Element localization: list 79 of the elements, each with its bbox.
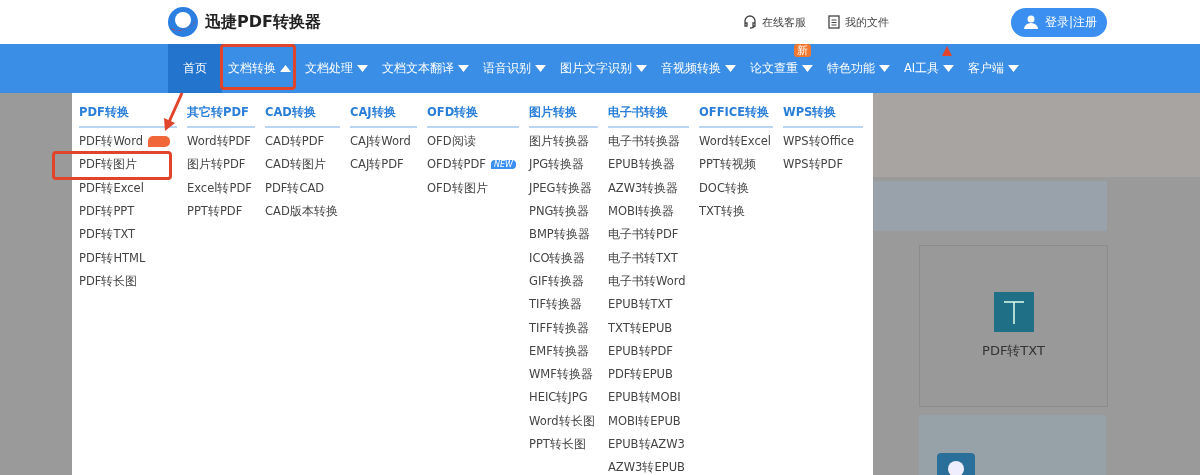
menu-link[interactable]: JPEG转换器	[529, 176, 592, 200]
column-title: 图片转换	[529, 103, 598, 128]
support-link[interactable]: 在线客服	[742, 14, 806, 30]
menu-link[interactable]: ICO转换器	[529, 246, 586, 270]
menu-link[interactable]: 图片转PDF	[187, 153, 246, 177]
menu-link[interactable]: Excel转PDF	[187, 176, 252, 200]
card-label: PDF转TXT	[982, 342, 1045, 360]
menu-link[interactable]: PDF转EPUB	[608, 362, 673, 387]
menu-link[interactable]: 电子书转Word	[608, 269, 686, 294]
menu-link[interactable]: PDF转长图	[79, 269, 138, 294]
menu-link[interactable]: AZW3转EPUB	[608, 456, 685, 475]
menu-link[interactable]: EPUB转换器	[608, 153, 675, 177]
menu-link[interactable]: 电子书转PDF	[608, 223, 679, 247]
menu-link[interactable]: Word转Excel	[699, 130, 772, 154]
menu-link[interactable]: PPT转视频	[699, 153, 756, 177]
menu-link[interactable]: PDF转图片	[79, 153, 138, 177]
menu-link[interactable]: MOBI转EPUB	[608, 409, 681, 433]
menu-link[interactable]: GIF转换器	[529, 269, 584, 294]
menu-link[interactable]: EPUB转AZW3	[608, 432, 685, 457]
menu-link[interactable]: TXT转EPUB	[608, 316, 673, 340]
menu-link[interactable]: PPT转PDF	[187, 199, 243, 224]
menu-link[interactable]: DOC转换	[699, 176, 749, 200]
menu-link[interactable]: PDF转CAD	[265, 176, 325, 200]
logo-icon	[937, 453, 975, 475]
menu-link[interactable]: TIFF转换器	[529, 316, 589, 340]
menu-link[interactable]: CAD转图片	[265, 153, 326, 177]
column-title: 电子书转换	[608, 103, 689, 128]
column-title: 其它转PDF	[187, 103, 255, 128]
menu-link[interactable]: BMP转换器	[529, 223, 590, 247]
menu-link[interactable]: EPUB转TXT	[608, 293, 673, 317]
menu-link[interactable]: WPS转PDF	[783, 153, 843, 177]
menu-link[interactable]: PDF转HTML	[79, 246, 146, 270]
column-title: OFFICE转换	[699, 103, 773, 128]
menu-link[interactable]: CAJ转Word	[350, 130, 411, 154]
headset-icon	[742, 15, 757, 29]
menu-link[interactable]: CAJ转PDF	[350, 153, 404, 177]
menu-link[interactable]: PNG转换器	[529, 199, 590, 224]
menu-link[interactable]: HEIC转JPG	[529, 386, 588, 410]
menu-link[interactable]: PDF转TXT	[79, 223, 136, 247]
app-card[interactable]	[919, 415, 1106, 475]
menu-link[interactable]: AZW3转换器	[608, 176, 679, 200]
menu-link[interactable]: OFD转PDF NEW	[427, 153, 516, 177]
menu-link[interactable]: TXT转换	[699, 199, 745, 224]
menu-link[interactable]: EPUB转MOBI	[608, 386, 681, 410]
new-badge: 新	[794, 44, 811, 57]
menu-link[interactable]: JPG转换器	[529, 153, 585, 177]
column-title: OFD转换	[427, 103, 519, 128]
menu-link[interactable]: OFD阅读	[427, 130, 476, 154]
logo-text: 迅捷PDF转换器	[205, 11, 321, 33]
menu-link[interactable]: PDF转Word	[79, 130, 170, 154]
menu-link[interactable]: PDF转PPT	[79, 199, 135, 224]
document-icon	[827, 15, 840, 29]
menu-link[interactable]: WPS转Office	[783, 130, 855, 154]
menu-link[interactable]: Word转长图	[529, 409, 595, 433]
menu-link[interactable]: TIF转换器	[529, 293, 583, 317]
menu-link[interactable]: CAD版本转换	[265, 199, 338, 224]
files-link[interactable]: 我的文件	[827, 14, 889, 30]
nav-item[interactable]: 首页	[168, 44, 222, 93]
menu-link[interactable]: EMF转换器	[529, 339, 589, 363]
column-title: WPS转换	[783, 103, 863, 128]
menu-link[interactable]: EPUB转PDF	[608, 339, 673, 363]
menu-link[interactable]: 电子书转TXT	[608, 246, 678, 270]
menu-link[interactable]: MOBI转换器	[608, 199, 675, 224]
column-title: CAD转换	[265, 103, 340, 128]
new-tag: NEW	[490, 160, 516, 170]
menu-link[interactable]: WMF转换器	[529, 362, 593, 387]
menu-link[interactable]: Word转PDF	[187, 130, 251, 154]
menu-link[interactable]: 电子书转换器	[608, 130, 680, 154]
annotation-arrow	[162, 92, 184, 132]
tool-card[interactable]: PDF转TXT	[919, 245, 1108, 407]
menu-link[interactable]: CAD转PDF	[265, 130, 325, 154]
text-icon	[993, 292, 1034, 332]
menu-link[interactable]: PPT转长图	[529, 432, 586, 457]
menu-link[interactable]: 图片转换器	[529, 130, 589, 154]
user-icon	[1022, 14, 1039, 30]
menu-link[interactable]: OFD转图片	[427, 176, 488, 200]
menu-link[interactable]: PDF转Excel	[79, 176, 144, 200]
logo-icon	[167, 6, 199, 38]
column-title: CAJ转换	[350, 103, 417, 128]
